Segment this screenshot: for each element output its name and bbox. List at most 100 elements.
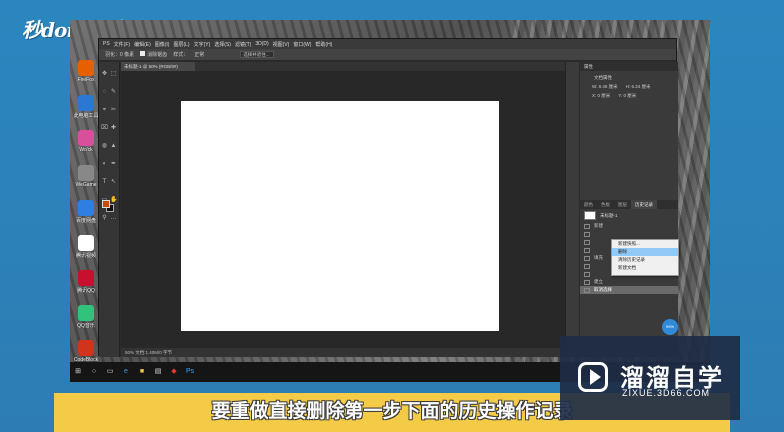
history-item[interactable]: 取消选择 (580, 286, 678, 294)
app-icon (78, 235, 94, 251)
photoshop-window: PS 文件(F) 编辑(E) 图像(I) 图层(L) 文字(Y) 选择(S) 滤镜(T) 3D(… (98, 38, 678, 357)
width-value[interactable]: W: 8.46 厘米 (592, 84, 618, 90)
y-value[interactable]: Y: 0 厘米 (618, 93, 636, 99)
history-item[interactable] (580, 230, 678, 238)
windows-start-icon[interactable]: ⊞ (74, 368, 82, 376)
collapsed-panel-column[interactable] (565, 62, 579, 357)
tool-icon[interactable]: ◐ (101, 161, 108, 168)
floating-helper-button[interactable]: 99% (662, 319, 678, 335)
app-icon[interactable]: ◆ (170, 368, 178, 376)
context-menu: 新建快照... 删除 清除历史记录 新建文档 (611, 239, 679, 276)
tool-icon[interactable]: ✎ (110, 89, 117, 96)
menu-item[interactable]: 帮助(H) (315, 41, 332, 48)
menu-item[interactable]: 3D(D) (255, 41, 268, 47)
desktop-icon-label: 此电脑工具 (73, 113, 99, 119)
menu-item[interactable]: PS (103, 41, 110, 47)
history-state-icon (584, 223, 590, 229)
tool-icon[interactable]: ↖ (110, 179, 117, 186)
ps-options-bar: 羽化：0 像素 消除锯齿 样式： 正常 选择并遮住... (99, 49, 676, 61)
antialias-label: 消除锯齿 (147, 52, 168, 58)
file-explorer-icon[interactable]: ■ (138, 368, 146, 376)
history-item[interactable]: 建立 (580, 278, 678, 286)
tool-icon[interactable]: T (101, 179, 108, 186)
desktop-icon[interactable]: FireFox (72, 60, 100, 93)
history-item-label: 填充 (594, 255, 603, 260)
antialias-checkbox[interactable]: 消除锯齿 (140, 51, 167, 58)
menu-item[interactable]: 选择(S) (214, 41, 231, 48)
panel-tab[interactable]: 历史记录 (631, 200, 657, 209)
menu-item[interactable]: 编辑(E) (134, 41, 151, 48)
desktop-icon-label: 腾讯QQ (77, 288, 95, 294)
menu-item[interactable]: 滤镜(T) (235, 41, 251, 48)
feather-label[interactable]: 羽化：0 像素 (105, 51, 134, 58)
tool-icon[interactable]: ⌖ (101, 107, 108, 114)
context-menu-item[interactable]: 新建快照... (612, 240, 678, 248)
tool-icon[interactable]: ✒ (110, 161, 117, 168)
desktop-icon[interactable]: 腾讯QQ (72, 270, 100, 303)
tool-icon[interactable]: ✥ (101, 71, 108, 78)
tool-icon[interactable]: ◌ (101, 89, 108, 96)
tool-icon[interactable]: ▲ (110, 143, 117, 150)
desktop-icon-label: QQ音乐 (77, 323, 95, 329)
desktop-icon[interactable]: QQ音乐 (72, 305, 100, 338)
tool-icon[interactable]: ✋ (110, 197, 117, 204)
menu-item[interactable]: 文字(Y) (194, 41, 211, 48)
canvas-area[interactable] (121, 71, 565, 348)
tool-icon[interactable]: ◍ (101, 143, 108, 150)
select-mask-button[interactable]: 选择并遮住... (240, 51, 275, 58)
history-state-icon (584, 287, 590, 293)
document-tab-bar: 未标题-1 @ 50% (RGB/8#) (121, 62, 565, 71)
properties-title: 文档属性 (594, 75, 612, 80)
style-select[interactable]: 正常 (194, 51, 204, 58)
tool-icon[interactable]: ✚ (110, 125, 117, 132)
history-state-icon (584, 231, 590, 237)
tool-icon[interactable]: ⌧ (101, 125, 108, 132)
white-canvas[interactable] (181, 101, 499, 331)
desktop-icon[interactable]: 百度网盘 (72, 200, 100, 233)
status-bar: 50% 文档:1.40M/0 字节 (121, 348, 565, 357)
desktop-icon-column: FireFox 此电脑工具 Wo'ck WeGame 百度网盘 腾讯视频 腾讯QQ QQ音乐 C… (72, 60, 100, 375)
tool-icon[interactable]: … (110, 215, 117, 222)
panel-tab[interactable]: 色板 (597, 200, 614, 209)
context-menu-item[interactable]: 新建文档 (612, 264, 678, 272)
height-value[interactable]: H: 6.24 厘米 (626, 84, 651, 90)
x-value[interactable]: X: 0 厘米 (592, 93, 610, 99)
foreground-color-swatch[interactable] (102, 200, 110, 208)
desktop-icon[interactable]: Wo'ck (72, 130, 100, 163)
context-menu-item[interactable]: 删除 (612, 248, 678, 256)
menu-item[interactable]: 图层(L) (173, 41, 189, 48)
app-icon (78, 305, 94, 321)
menu-item[interactable]: 视图(V) (273, 41, 290, 48)
desktop-icon[interactable]: WeGame (72, 165, 100, 198)
desktop-icon[interactable]: 腾讯视频 (72, 235, 100, 268)
right-panels: 属性 文档属性 W: 8.46 厘米 H: 6.24 厘米 X: 0 厘米 Y:… (580, 62, 678, 357)
task-view-icon[interactable]: ▭ (106, 368, 114, 376)
store-icon[interactable]: ▤ (154, 368, 162, 376)
history-item-label: 新建 (594, 223, 603, 228)
panel-tab[interactable]: 图层 (614, 200, 631, 209)
properties-panel-header[interactable]: 属性 (580, 62, 678, 71)
menu-item[interactable]: 图像(I) (155, 41, 170, 48)
search-icon[interactable]: ○ (90, 368, 98, 376)
document-tab[interactable]: 未标题-1 @ 50% (RGB/8#) (121, 62, 195, 71)
snapshot-thumbnail (584, 211, 596, 220)
history-state-icon (584, 255, 590, 261)
menu-item[interactable]: 文件(F) (114, 41, 130, 48)
tool-icon[interactable]: ⬚ (110, 71, 117, 78)
history-state-icon (584, 279, 590, 285)
properties-row-1: W: 8.46 厘米 H: 6.24 厘米 (580, 81, 678, 90)
edge-icon[interactable]: e (122, 368, 130, 376)
menu-item[interactable]: 窗口(W) (293, 41, 311, 48)
tool-icon[interactable]: ✂ (110, 107, 117, 114)
photoshop-taskbar-icon[interactable]: Ps (186, 368, 194, 376)
history-item[interactable]: 新建 (580, 222, 678, 230)
checkbox-icon (140, 51, 146, 56)
tool-icon[interactable]: ⚲ (101, 215, 108, 222)
properties-row-2: X: 0 厘米 Y: 0 厘米 (580, 90, 678, 99)
desktop-icon-label: FireFox (77, 77, 95, 83)
history-snapshot[interactable]: 未标题-1 (580, 209, 678, 222)
history-state-icon (584, 239, 590, 245)
panel-tab[interactable]: 颜色 (580, 200, 597, 209)
desktop-icon[interactable]: 此电脑工具 (72, 95, 100, 128)
context-menu-item[interactable]: 清除历史记录 (612, 256, 678, 264)
